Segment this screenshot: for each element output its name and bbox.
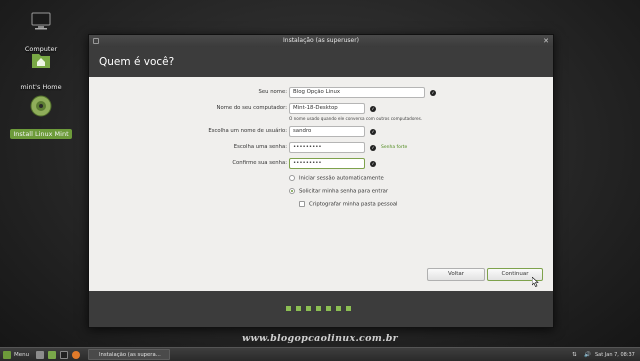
auto-login-label: Iniciar sessão automaticamente xyxy=(299,175,384,182)
window-title: Instalação (as superuser) xyxy=(283,37,359,44)
check-ok-icon: ✓ xyxy=(430,89,436,96)
radio-icon[interactable] xyxy=(289,175,295,181)
row-password: Escolha uma senha: ••••••••• ✓ Senha for… xyxy=(89,142,555,153)
check-ok-icon: ✓ xyxy=(370,160,376,167)
desktop-icon-computer[interactable]: Computer xyxy=(6,10,76,55)
computer-name-field[interactable]: Mint-18-Desktop xyxy=(289,103,365,114)
menu-button[interactable]: Menu xyxy=(14,350,29,360)
progress-step-dot xyxy=(346,306,351,311)
network-icon[interactable]: ⇅ xyxy=(572,350,577,360)
auto-login-option[interactable]: Iniciar sessão automaticamente xyxy=(289,175,384,182)
progress-step-dot xyxy=(286,306,291,311)
confirm-label: Confirme sua senha: xyxy=(232,160,287,166)
mouse-cursor-icon xyxy=(532,277,539,287)
window-titlebar[interactable]: Instalação (as superuser) ✕ xyxy=(89,35,553,47)
row-confirm: Confirme sua senha: ••••••••• ✓ xyxy=(89,158,555,169)
home-folder-icon xyxy=(32,54,50,68)
desktop-icon-label: mint's Home xyxy=(20,83,62,91)
user-form: Seu nome: Blog Opção Linux ✓ Nome do seu… xyxy=(89,77,555,257)
taskbar: Menu Instalação (as supera... ⇅ 🔊 Sat Ja… xyxy=(0,347,640,361)
terminal-icon[interactable] xyxy=(60,351,68,359)
radio-selected-icon[interactable] xyxy=(289,188,295,194)
progress-step-dot xyxy=(326,306,331,311)
progress-step-dot xyxy=(296,306,301,311)
volume-icon[interactable]: 🔊 xyxy=(584,350,591,360)
require-password-label: Solicitar minha senha para entrar xyxy=(299,188,389,195)
close-icon[interactable]: ✕ xyxy=(543,35,549,47)
password-field[interactable]: ••••••••• xyxy=(289,142,365,153)
row-computer: Nome do seu computador: Mint-18-Desktop … xyxy=(89,103,555,114)
mint-menu-icon[interactable] xyxy=(3,351,11,359)
progress-step-dot xyxy=(316,306,321,311)
require-password-option[interactable]: Solicitar minha senha para entrar xyxy=(289,188,388,195)
window-menu-icon[interactable] xyxy=(93,38,99,44)
cd-disc-icon xyxy=(30,95,52,117)
password-strength: Senha forte xyxy=(381,145,408,150)
step-progress-footer xyxy=(89,291,553,327)
monitor-icon xyxy=(31,12,51,30)
show-desktop-icon[interactable] xyxy=(36,351,44,359)
confirm-password-field[interactable]: ••••••••• xyxy=(289,158,365,169)
progress-step-dot xyxy=(336,306,341,311)
check-ok-icon: ✓ xyxy=(370,105,376,112)
file-manager-icon[interactable] xyxy=(48,351,56,359)
username-field[interactable]: sandro xyxy=(289,126,365,137)
page-heading-banner: Quem é você? xyxy=(89,47,553,77)
installer-window: Instalação (as superuser) ✕ Quem é você?… xyxy=(88,34,554,328)
desktop-icon-install[interactable]: Install Linux Mint xyxy=(6,95,76,140)
encrypt-home-option[interactable]: Criptografar minha pasta pessoal xyxy=(299,201,398,208)
username-label: Escolha um nome de usuário: xyxy=(208,128,287,134)
name-field[interactable]: Blog Opção Linux xyxy=(289,87,425,98)
desktop-icon-home[interactable]: mint's Home xyxy=(6,50,76,93)
password-label: Escolha uma senha: xyxy=(233,144,287,150)
taskbar-window-label: Instalação (as supera... xyxy=(99,352,161,358)
page-title: Quem é você? xyxy=(99,56,175,68)
row-username: Escolha um nome de usuário: sandro ✓ xyxy=(89,126,555,137)
watermark: www.blogopcaolinux.com.br xyxy=(241,333,398,344)
encrypt-home-label: Criptografar minha pasta pessoal xyxy=(309,201,398,208)
desktop-icon-label: Install Linux Mint xyxy=(10,129,72,139)
row-name: Seu nome: Blog Opção Linux ✓ xyxy=(89,87,555,98)
firefox-icon[interactable] xyxy=(72,351,80,359)
progress-step-dot xyxy=(306,306,311,311)
computer-hint: O nome usado quando ele conversa com out… xyxy=(289,116,423,121)
check-ok-icon: ✓ xyxy=(370,144,376,151)
check-ok-icon: ✓ xyxy=(370,128,376,135)
taskbar-window-button[interactable]: Instalação (as supera... xyxy=(88,349,170,360)
back-button[interactable]: Voltar xyxy=(427,268,485,281)
checkbox-icon[interactable] xyxy=(299,201,305,207)
clock[interactable]: Sat Jan 7, 08:37 xyxy=(595,350,635,360)
name-label: Seu nome: xyxy=(258,89,287,95)
computer-label: Nome do seu computador: xyxy=(216,105,287,111)
